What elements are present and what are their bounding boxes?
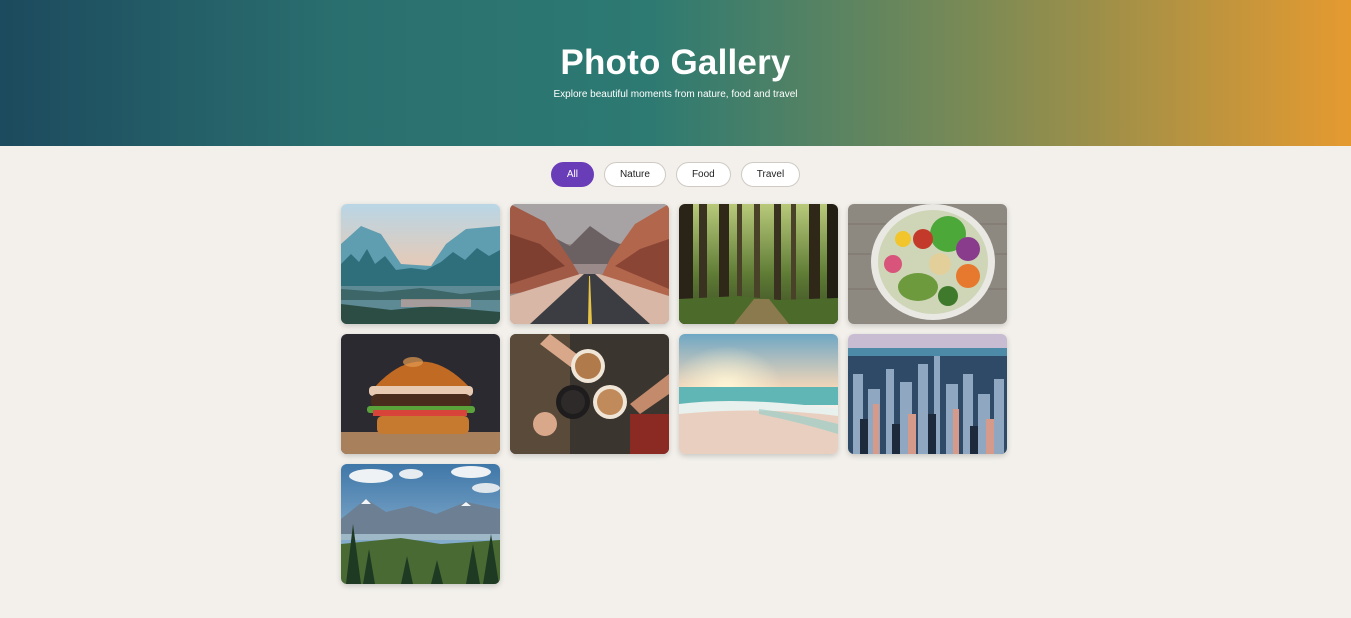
salad-photo <box>848 204 1007 324</box>
valley-lake-photo <box>341 204 500 324</box>
hero-header: Photo Gallery Explore beautiful moments … <box>0 0 1351 146</box>
mountains-photo <box>341 464 500 584</box>
photo-card-beach[interactable] <box>679 334 838 454</box>
forest-photo <box>679 204 838 324</box>
photo-card-canyon-road[interactable] <box>510 204 669 324</box>
coffee-photo <box>510 334 669 454</box>
photo-grid <box>341 204 1007 584</box>
photo-card-salad[interactable] <box>848 204 1007 324</box>
canyon-road-photo <box>510 204 669 324</box>
photo-card-city[interactable] <box>848 334 1007 454</box>
filter-bar: All Nature Food Travel <box>0 162 1351 187</box>
page-subtitle: Explore beautiful moments from nature, f… <box>553 89 798 100</box>
page-title: Photo Gallery <box>560 43 791 82</box>
burger-photo <box>341 334 500 454</box>
city-photo <box>848 334 1007 454</box>
photo-card-mountains[interactable] <box>341 464 500 584</box>
photo-card-forest[interactable] <box>679 204 838 324</box>
photo-card-burger[interactable] <box>341 334 500 454</box>
filter-food-button[interactable]: Food <box>675 162 731 187</box>
photo-card-coffee[interactable] <box>510 334 669 454</box>
filter-travel-button[interactable]: Travel <box>740 162 801 187</box>
filter-nature-button[interactable]: Nature <box>603 162 666 187</box>
filter-all-button[interactable]: All <box>550 162 594 187</box>
beach-photo <box>679 334 838 454</box>
photo-card-valley-lake[interactable] <box>341 204 500 324</box>
